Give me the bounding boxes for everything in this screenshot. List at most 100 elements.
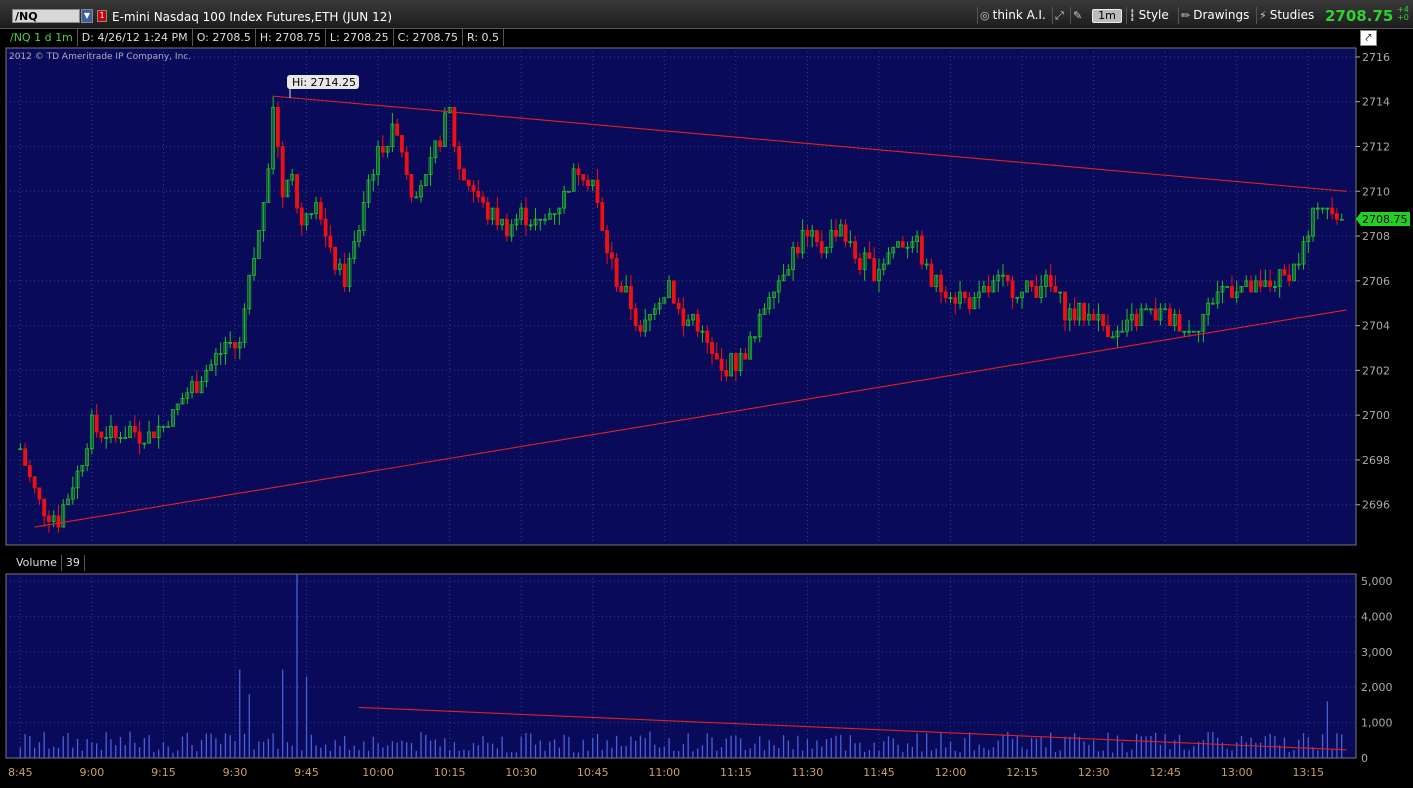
volume-value: 39 <box>62 555 85 571</box>
candle-body <box>495 207 500 226</box>
time-tick-label: 12:30 <box>1078 766 1110 779</box>
candle-body <box>323 218 328 237</box>
candle-body <box>595 179 600 203</box>
time-tick-label: 10:15 <box>434 766 466 779</box>
candle-body <box>638 325 643 332</box>
candle-body <box>867 252 872 259</box>
time-tick-label: 9:15 <box>151 766 176 779</box>
chart-canvas[interactable]: 2716 2714 2712 2710 2708 2706 2704 2702 2700 2698… <box>0 0 1413 788</box>
price-tick-label: 2704 <box>1362 320 1390 333</box>
candle-body <box>671 280 676 304</box>
candle-body <box>857 258 862 271</box>
candle-body <box>194 381 199 394</box>
price-tick-label: 2702 <box>1362 364 1390 377</box>
candle-body <box>962 291 967 299</box>
candle-body <box>834 230 838 237</box>
candle-body <box>843 224 848 243</box>
candle-body <box>719 358 724 371</box>
volume-label-bar: Volume 39 <box>12 555 85 571</box>
hi-marker-label: Hi: 2714.25 <box>292 76 356 89</box>
candle-body <box>633 308 638 327</box>
candle-body <box>466 179 471 187</box>
chart-style-icon: ⤤ <box>1365 31 1372 44</box>
candle-body <box>462 168 466 181</box>
candle-body <box>724 369 729 377</box>
time-tick-label: 8:45 <box>8 766 33 779</box>
candle-body <box>37 487 42 500</box>
info-symbol-period: /NQ 1 d 1m <box>6 29 78 46</box>
candle-body <box>524 207 528 226</box>
candle-body <box>1282 269 1287 276</box>
price-tick-label: 2710 <box>1362 185 1390 198</box>
candle-body <box>333 246 338 271</box>
candle-body <box>452 106 457 147</box>
chart-style-button[interactable]: ⤤ <box>1360 30 1377 46</box>
candle-body <box>1287 274 1292 282</box>
candle-body <box>1258 280 1263 287</box>
time-tick-label: 12:15 <box>1006 766 1038 779</box>
candle-body <box>94 414 99 433</box>
candle-body <box>113 425 118 438</box>
candle-body <box>586 179 590 187</box>
candle-body <box>600 202 605 231</box>
candle-body <box>485 202 490 220</box>
info-open: O: 2708.5 <box>193 29 256 46</box>
candle-body <box>1106 325 1110 338</box>
candle-body <box>27 465 32 478</box>
candle-body <box>1010 280 1015 299</box>
candle-body <box>476 190 481 198</box>
candle-body <box>695 314 700 332</box>
candle-body <box>1072 308 1077 321</box>
candle-body <box>819 241 824 254</box>
candle-body <box>1335 213 1339 220</box>
candle-body <box>1153 308 1158 321</box>
candle-body <box>1177 314 1182 332</box>
candle-body <box>299 207 304 226</box>
info-range: R: 0.5 <box>463 29 505 46</box>
info-date: D: 4/26/12 1:24 PM <box>78 29 193 46</box>
time-tick-label: 9:00 <box>80 766 105 779</box>
candle-body <box>676 302 681 310</box>
time-tick-label: 9:45 <box>294 766 319 779</box>
candle-body <box>929 263 934 287</box>
info-low: L: 2708.25 <box>326 29 394 46</box>
candle-body <box>743 353 748 360</box>
candle-body <box>395 123 400 136</box>
candle-body <box>42 498 47 517</box>
time-tick-label: 12:45 <box>1149 766 1181 779</box>
candle-body <box>276 106 280 147</box>
candle-body <box>920 235 924 265</box>
volume-panel <box>5 573 1357 759</box>
candle-body <box>1029 280 1034 287</box>
volume-tick-label: 3,000 <box>1361 646 1393 659</box>
info-high: H: 2708.75 <box>256 29 326 46</box>
candle-body <box>409 174 414 198</box>
candle-body <box>1034 286 1039 299</box>
time-tick-label: 10:30 <box>505 766 537 779</box>
candle-body <box>99 431 104 438</box>
candle-body <box>1134 314 1139 327</box>
candle-body <box>1330 207 1335 215</box>
candle-body <box>629 286 633 310</box>
volume-tick-label: 4,000 <box>1361 610 1393 623</box>
candle-body <box>815 230 819 243</box>
candle-body <box>328 235 333 248</box>
candle-body <box>1230 286 1234 299</box>
candle-body <box>56 515 61 528</box>
candle-body <box>404 151 409 175</box>
candle-body <box>1005 274 1010 282</box>
time-tick-label: 13:00 <box>1221 766 1253 779</box>
price-tick-label: 2700 <box>1362 409 1390 422</box>
candle-body <box>967 297 972 310</box>
candle-body <box>23 448 27 466</box>
price-tick-label: 2706 <box>1362 275 1390 288</box>
candle-body <box>605 230 609 254</box>
time-tick-label: 11:30 <box>792 766 824 779</box>
price-tick-label: 2714 <box>1362 96 1390 109</box>
candle-body <box>710 341 714 354</box>
candle-body <box>939 274 943 293</box>
candle-body <box>986 286 991 293</box>
time-tick-label: 11:00 <box>648 766 680 779</box>
candle-body <box>481 196 485 203</box>
candle-body <box>295 174 299 209</box>
